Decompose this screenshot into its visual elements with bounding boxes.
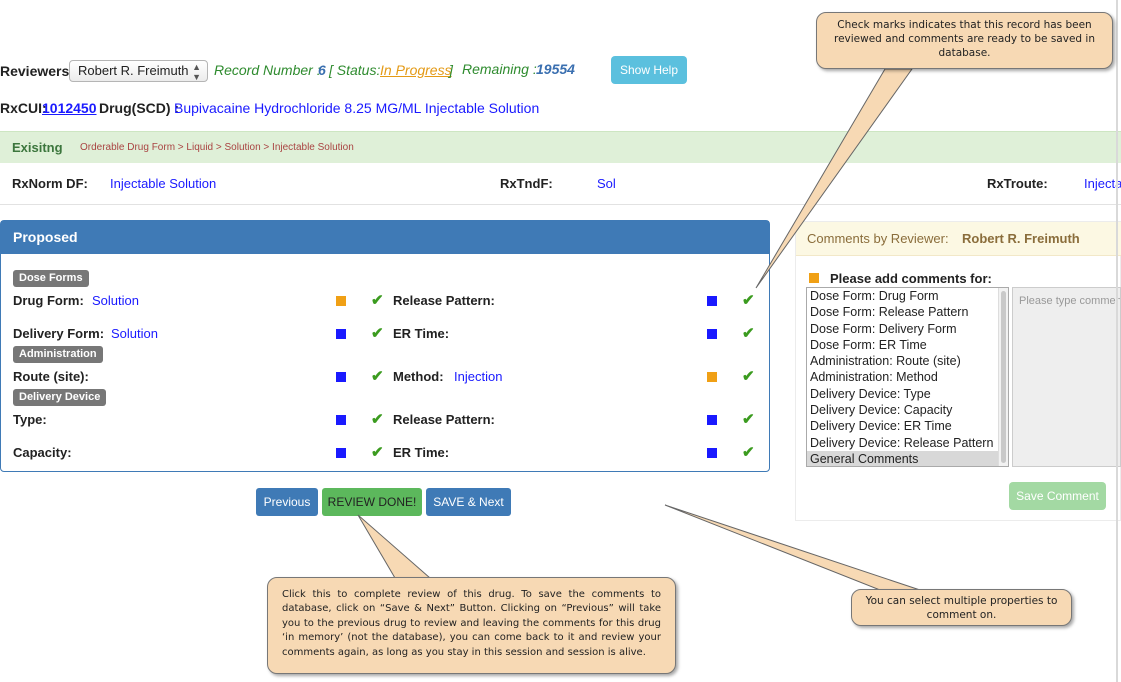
multi-select-callout-pointer [664,504,921,591]
review-done-callout: Click this to complete review of this dr… [267,577,676,674]
multi-select-callout: You can select multiple properties to co… [851,589,1072,626]
check-marks-callout-pointer [755,68,913,289]
check-marks-callout: Check marks indicates that this record h… [816,12,1113,69]
review-done-callout-pointer [357,514,432,579]
